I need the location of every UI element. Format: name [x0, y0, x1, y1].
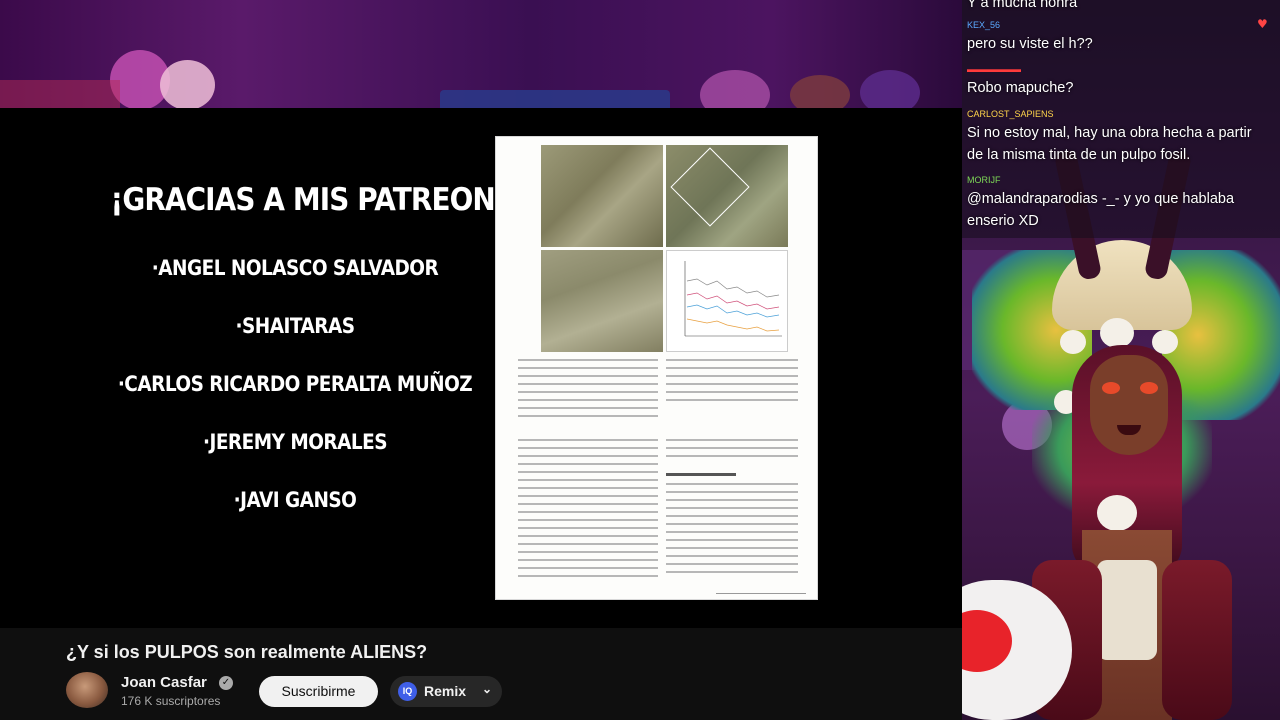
chat-message-text: pero su viste el h??	[967, 36, 1093, 52]
paper-text-line	[518, 471, 658, 473]
spectra-plot	[684, 261, 782, 337]
paper-text-line	[666, 515, 798, 517]
patron-name: ·CARLOS RICARDO PERALTA MUÑOZ	[117, 372, 473, 396]
paper-text-line	[518, 535, 658, 537]
paper-text-line	[666, 571, 798, 573]
video-title: ¿Y si los PULPOS son realmente ALIENS?	[66, 642, 428, 662]
paper-text-line	[666, 399, 798, 401]
paper-text-line	[666, 359, 798, 361]
paper-text-line	[518, 519, 658, 521]
paper-text-line	[518, 391, 658, 393]
figure-panel-c	[541, 250, 663, 352]
paper-text-line	[518, 511, 658, 513]
character-face	[1090, 355, 1168, 455]
paper-text-line	[518, 503, 658, 505]
paper-text-line	[518, 455, 658, 457]
banner-blob	[700, 70, 770, 108]
hair-lower-right	[1162, 560, 1232, 720]
paper-text-line	[518, 439, 658, 441]
paper-footer-line	[716, 593, 806, 594]
chat-message-text: @malandraparodias -_- y yo que hablaba e…	[967, 191, 1235, 229]
paper-text-line	[666, 539, 798, 541]
paper-text-line	[666, 439, 798, 441]
chat-message-text: Y a mucha honra	[967, 0, 1078, 11]
paper-text-line	[666, 447, 798, 449]
patron-name: ·JAVI GANSO	[233, 488, 357, 512]
paper-text-line	[666, 523, 798, 525]
skull-ornament	[1060, 330, 1086, 354]
paper-text-line	[666, 563, 798, 565]
paper-text-line	[518, 559, 658, 561]
paper-text-line	[518, 527, 658, 529]
paper-text-line	[518, 479, 658, 481]
chat-username[interactable]: KEX_56	[967, 20, 1000, 30]
paper-page-image	[495, 136, 818, 600]
paper-text-line	[518, 463, 658, 465]
channel-avatar[interactable]	[66, 672, 108, 708]
paper-text-line	[518, 359, 658, 361]
channel-name[interactable]: Joan Casfar	[121, 674, 207, 691]
paper-text-line	[666, 555, 798, 557]
paper-text-line	[518, 383, 658, 385]
remix-label: Remix	[424, 683, 467, 699]
paper-text-line	[666, 375, 798, 377]
patron-name: ·ANGEL NOLASCO SALVADOR	[151, 256, 439, 280]
patron-list: ·ANGEL NOLASCO SALVADOR ·SHAITARAS ·CARL…	[90, 0, 500, 720]
chat-message-text: Robo mapuche?	[967, 80, 1074, 96]
paper-text-line	[518, 367, 658, 369]
paper-text-line	[518, 415, 658, 417]
remix-button[interactable]: IQ Remix ⌄	[390, 676, 502, 707]
paper-text-line	[518, 375, 658, 377]
paper-text-line	[666, 483, 798, 485]
paper-heading-line	[666, 473, 736, 476]
figure-panel-d-spectra	[666, 250, 788, 352]
paper-text-line	[518, 567, 658, 569]
chevron-down-icon[interactable]: ⌄	[482, 682, 492, 696]
character-top	[1097, 560, 1157, 660]
paper-text-line	[518, 487, 658, 489]
paper-text-line	[666, 391, 798, 393]
patron-name: ·JEREMY MORALES	[202, 430, 388, 454]
paper-text-line	[666, 499, 798, 501]
paper-text-line	[666, 547, 798, 549]
chat-username-redacted[interactable]: ▬▬▬▬▬▬	[967, 64, 1021, 74]
eye-left	[1102, 382, 1120, 394]
paper-text-line	[666, 455, 798, 457]
paper-text-line	[518, 575, 658, 577]
patron-name: ·SHAITARAS	[235, 314, 355, 338]
remix-icon: IQ	[398, 682, 417, 701]
paper-text-line	[518, 495, 658, 497]
paper-text-line	[666, 507, 798, 509]
paper-text-line	[666, 383, 798, 385]
skull-ornament	[1100, 318, 1134, 348]
paper-text-line	[518, 447, 658, 449]
figure-panel-a	[541, 145, 663, 247]
paper-text-line	[666, 367, 798, 369]
paper-text-line	[518, 551, 658, 553]
banner-blob	[790, 75, 850, 108]
necklace-skull	[1097, 495, 1137, 531]
subscribe-button[interactable]: Suscribirme	[259, 676, 378, 707]
eye-right	[1140, 382, 1158, 394]
chat-message-text: Si no estoy mal, hay una obra hecha a pa…	[967, 125, 1252, 163]
verified-check-icon: ✓	[219, 676, 233, 690]
paper-text-line	[666, 531, 798, 533]
subscriber-count: 176 K suscriptores	[121, 694, 221, 708]
paper-text-line	[518, 407, 658, 409]
paper-text-line	[666, 491, 798, 493]
paper-text-line	[518, 543, 658, 545]
chat-username[interactable]: CARLOST_SAPIENS	[967, 109, 1054, 119]
chat-username[interactable]: MORIJF	[967, 175, 1001, 185]
heart-icon: ♥	[1257, 17, 1268, 31]
paper-text-line	[518, 399, 658, 401]
banner-blob	[860, 70, 920, 108]
